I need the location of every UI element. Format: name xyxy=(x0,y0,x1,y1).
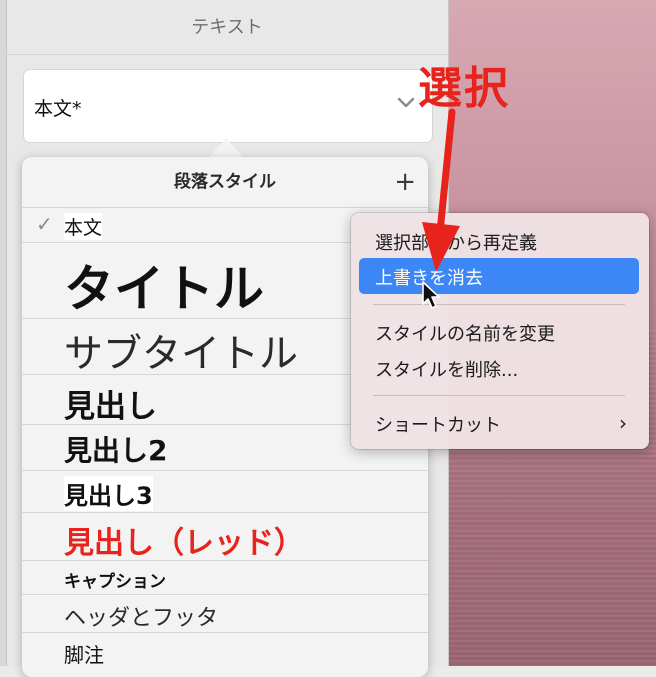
annotation-arrow xyxy=(422,108,460,272)
mouse-pointer-icon xyxy=(422,281,440,309)
